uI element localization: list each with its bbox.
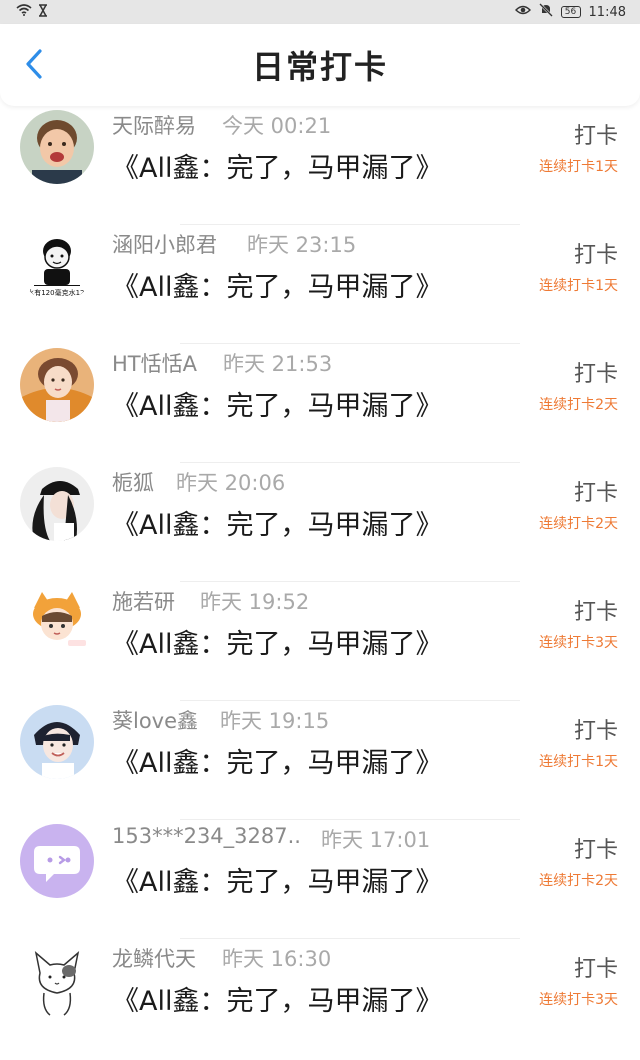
mute-bell-icon bbox=[538, 3, 553, 21]
checkin-button[interactable]: 打卡 bbox=[574, 475, 618, 507]
avatar-caption: "水有120毫克水12" bbox=[24, 289, 88, 297]
timestamp: 昨天 20:06 bbox=[176, 471, 286, 495]
timestamp: 今天 00:21 bbox=[222, 114, 332, 138]
row-divider bbox=[180, 819, 520, 820]
row-divider bbox=[180, 224, 520, 225]
timestamp: 昨天 19:15 bbox=[220, 709, 330, 733]
row-divider bbox=[180, 462, 520, 463]
status-bar: 56 11:48 bbox=[0, 0, 640, 24]
checkin-button[interactable]: 打卡 bbox=[574, 594, 618, 626]
list-item: 栀狐 昨天 20:06 《All鑫：完了，马甲漏了》 打卡 连续打卡2天 bbox=[0, 465, 640, 584]
streak-label: 连续打卡2天 bbox=[539, 397, 618, 413]
book-title[interactable]: 《All鑫：完了，马甲漏了》 bbox=[112, 384, 442, 423]
user-name[interactable]: 涵阳小郎君 bbox=[112, 229, 217, 259]
list-item: 天际醉易 今天 00:21 《All鑫：完了，马甲漏了》 打卡 连续打卡1天 bbox=[0, 108, 640, 227]
user-name[interactable]: 栀狐 bbox=[112, 467, 154, 497]
checkin-button[interactable]: 打卡 bbox=[574, 118, 618, 150]
avatar[interactable] bbox=[20, 110, 94, 184]
streak-label: 连续打卡1天 bbox=[539, 278, 618, 294]
back-button[interactable] bbox=[22, 48, 46, 84]
row-divider bbox=[180, 700, 520, 701]
user-name[interactable]: HT恬恬A bbox=[112, 348, 197, 378]
checkin-button[interactable]: 打卡 bbox=[574, 832, 618, 864]
avatar[interactable] bbox=[20, 943, 94, 1017]
avatar[interactable] bbox=[20, 348, 94, 422]
book-title[interactable]: 《All鑫：完了，马甲漏了》 bbox=[112, 979, 442, 1018]
book-title[interactable]: 《All鑫：完了，马甲漏了》 bbox=[112, 503, 442, 542]
list-item: "水有120毫克水12" 涵阳小郎君 昨天 23:15 《All鑫：完了，马甲漏… bbox=[0, 227, 640, 346]
user-name[interactable]: 天际醉易 bbox=[112, 110, 196, 140]
chevron-left-icon bbox=[24, 48, 44, 84]
avatar[interactable] bbox=[20, 467, 94, 541]
book-title[interactable]: 《All鑫：完了，马甲漏了》 bbox=[112, 741, 442, 780]
checkin-list: 天际醉易 今天 00:21 《All鑫：完了，马甲漏了》 打卡 连续打卡1天 "… bbox=[0, 108, 640, 1060]
avatar[interactable] bbox=[20, 586, 94, 660]
list-item: 葵love鑫 昨天 19:15 《All鑫：完了，马甲漏了》 打卡 连续打卡1天 bbox=[0, 703, 640, 822]
list-item: 龙鳞代天 昨天 16:30 《All鑫：完了，马甲漏了》 打卡 连续打卡3天 bbox=[0, 941, 640, 1060]
battery-icon: 56 bbox=[560, 6, 581, 18]
user-name[interactable]: 葵love鑫 bbox=[112, 705, 198, 735]
checkin-button[interactable]: 打卡 bbox=[574, 356, 618, 388]
avatar[interactable] bbox=[20, 824, 94, 898]
streak-label: 连续打卡2天 bbox=[539, 873, 618, 889]
book-title[interactable]: 《All鑫：完了，马甲漏了》 bbox=[112, 622, 442, 661]
list-item: 施若研 昨天 19:52 《All鑫：完了，马甲漏了》 打卡 连续打卡3天 bbox=[0, 584, 640, 703]
avatar[interactable]: "水有120毫克水12" bbox=[20, 229, 94, 303]
page-title: 日常打卡 bbox=[251, 48, 388, 86]
book-title[interactable]: 《All鑫：完了，马甲漏了》 bbox=[112, 265, 442, 304]
list-item: HT恬恬A 昨天 21:53 《All鑫：完了，马甲漏了》 打卡 连续打卡2天 bbox=[0, 346, 640, 465]
header-bar: 日常打卡 bbox=[0, 24, 640, 106]
timestamp: 昨天 19:52 bbox=[200, 590, 310, 614]
user-name[interactable]: 施若研 bbox=[112, 586, 175, 616]
user-name[interactable]: 龙鳞代天 bbox=[112, 943, 196, 973]
timestamp: 昨天 23:15 bbox=[247, 233, 357, 257]
row-divider bbox=[180, 581, 520, 582]
eye-icon bbox=[514, 4, 531, 20]
checkin-button[interactable]: 打卡 bbox=[574, 713, 618, 745]
row-divider bbox=[180, 938, 520, 939]
book-title[interactable]: 《All鑫：完了，马甲漏了》 bbox=[112, 146, 442, 185]
checkin-button[interactable]: 打卡 bbox=[574, 951, 618, 983]
streak-label: 连续打卡1天 bbox=[539, 754, 618, 770]
clock-text: 11:48 bbox=[588, 4, 626, 20]
timestamp: 昨天 21:53 bbox=[223, 352, 333, 376]
streak-label: 连续打卡3天 bbox=[539, 635, 618, 651]
status-bar-right: 56 11:48 bbox=[514, 3, 640, 21]
streak-label: 连续打卡2天 bbox=[539, 516, 618, 532]
book-title[interactable]: 《All鑫：完了，马甲漏了》 bbox=[112, 860, 442, 899]
streak-label: 连续打卡3天 bbox=[539, 992, 618, 1008]
row-divider bbox=[180, 343, 520, 344]
status-bar-left bbox=[0, 3, 48, 21]
list-item: 153***234_3287.. 昨天 17:01 《All鑫：完了，马甲漏了》… bbox=[0, 822, 640, 941]
hourglass-icon bbox=[38, 3, 48, 21]
timestamp: 昨天 16:30 bbox=[222, 947, 332, 971]
timestamp: 昨天 17:01 bbox=[321, 828, 431, 852]
wifi-icon bbox=[16, 4, 32, 20]
checkin-button[interactable]: 打卡 bbox=[574, 237, 618, 269]
user-name[interactable]: 153***234_3287.. bbox=[112, 824, 301, 848]
avatar[interactable] bbox=[20, 705, 94, 779]
streak-label: 连续打卡1天 bbox=[539, 159, 618, 175]
